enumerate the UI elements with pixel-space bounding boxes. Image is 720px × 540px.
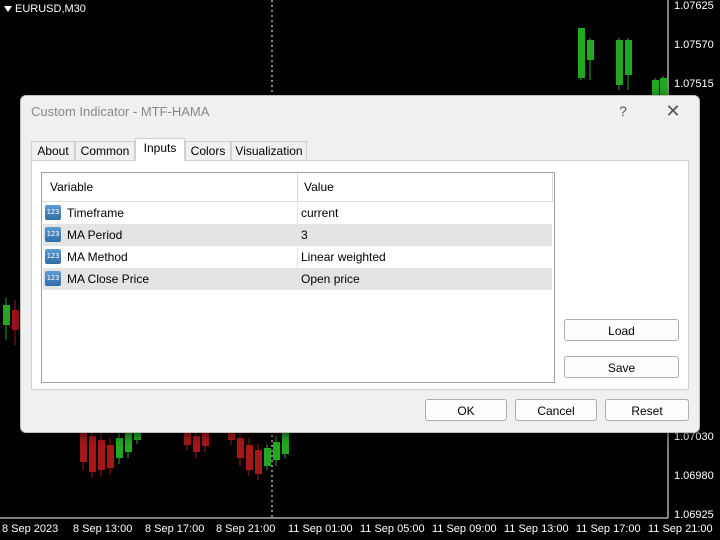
table-row[interactable]: 123 MA Close Price Open price <box>43 268 552 290</box>
price-label: 1.07625 <box>674 0 714 12</box>
candle-body <box>3 305 10 325</box>
column-header-variable[interactable]: Variable <box>50 180 93 194</box>
parameter-icon: 123 <box>45 271 61 286</box>
table-row[interactable]: 123 MA Method Linear weighted <box>43 246 552 268</box>
candle-body <box>98 440 105 470</box>
price-label: 1.07515 <box>674 78 714 90</box>
help-button[interactable]: ? <box>613 101 633 121</box>
candle-body <box>125 432 132 452</box>
candle-body <box>184 432 191 445</box>
reset-button[interactable]: Reset <box>605 399 689 421</box>
row-value[interactable]: Linear weighted <box>301 250 386 264</box>
time-label: 11 Sep 17:00 <box>576 523 641 535</box>
candle-body <box>116 438 123 458</box>
price-label: 1.06925 <box>674 509 714 521</box>
dialog-title: Custom Indicator - MTF-HAMA <box>31 104 210 119</box>
row-value[interactable]: 3 <box>301 228 308 242</box>
row-variable: Timeframe <box>67 206 124 220</box>
candle-body <box>578 28 585 78</box>
parameter-icon: 123 <box>45 205 61 220</box>
candle-body <box>273 442 280 460</box>
candle-body <box>652 80 659 95</box>
candle-body <box>12 310 19 330</box>
inputs-table[interactable]: Variable Value 123 Timeframe current 123… <box>41 172 555 383</box>
candle-body <box>616 40 623 85</box>
row-variable: MA Period <box>67 228 123 242</box>
candle-body <box>193 436 200 452</box>
table-row[interactable]: 123 Timeframe current <box>43 202 552 224</box>
close-icon[interactable]: ✕ <box>661 100 685 122</box>
load-button[interactable]: Load <box>564 319 679 341</box>
time-label: 8 Sep 13:00 <box>73 523 133 535</box>
parameter-icon: 123 <box>45 227 61 242</box>
candle-body <box>89 436 96 472</box>
time-label: 8 Sep 2023 <box>2 523 59 535</box>
row-value[interactable]: current <box>301 206 338 220</box>
candle-body <box>80 432 87 462</box>
time-label: 11 Sep 13:00 <box>504 523 569 535</box>
candle-body <box>282 432 289 454</box>
time-label: 11 Sep 09:00 <box>432 523 497 535</box>
time-label: 11 Sep 21:00 <box>648 523 713 535</box>
column-divider <box>552 173 553 201</box>
candle-body <box>625 40 632 75</box>
symbol-text: EURUSD,M30 <box>15 3 86 15</box>
cancel-button[interactable]: Cancel <box>515 399 597 421</box>
time-label: 8 Sep 17:00 <box>145 523 205 535</box>
row-divider <box>297 202 298 224</box>
candle-body <box>202 432 209 446</box>
tab-visualization[interactable]: Visualization <box>231 141 307 160</box>
candle-body <box>255 450 262 474</box>
candle-body <box>246 445 253 470</box>
column-divider[interactable] <box>297 173 298 201</box>
candle-body <box>587 40 594 60</box>
dropdown-triangle-icon[interactable] <box>4 6 12 12</box>
time-label: 8 Sep 21:00 <box>216 523 276 535</box>
row-divider <box>297 268 298 290</box>
time-label: 11 Sep 01:00 <box>288 523 353 535</box>
table-header: Variable Value <box>42 173 554 202</box>
tab-about[interactable]: About <box>31 141 75 160</box>
price-label: 1.06980 <box>674 470 714 482</box>
price-label: 1.07570 <box>674 39 714 51</box>
candle-body <box>660 78 667 95</box>
custom-indicator-dialog: Custom Indicator - MTF-HAMA ? ✕ About Co… <box>20 95 700 433</box>
candle-body <box>107 445 114 468</box>
time-label: 11 Sep 05:00 <box>360 523 425 535</box>
row-divider <box>297 246 298 268</box>
row-variable: MA Method <box>67 250 128 264</box>
symbol-label[interactable]: EURUSD,M30 <box>4 3 86 15</box>
table-row[interactable]: 123 MA Period 3 <box>43 224 552 246</box>
row-value[interactable]: Open price <box>301 272 360 286</box>
tab-inputs[interactable]: Inputs <box>135 138 185 161</box>
save-button[interactable]: Save <box>564 356 679 378</box>
parameter-icon: 123 <box>45 249 61 264</box>
row-variable: MA Close Price <box>67 272 150 286</box>
tab-colors[interactable]: Colors <box>185 141 231 160</box>
column-header-value[interactable]: Value <box>304 180 334 194</box>
row-divider <box>297 224 298 246</box>
candle-body <box>264 448 271 466</box>
candle-body <box>237 438 244 458</box>
candle-body <box>134 432 141 440</box>
tab-common[interactable]: Common <box>75 141 135 160</box>
ok-button[interactable]: OK <box>425 399 507 421</box>
dialog-titlebar[interactable]: Custom Indicator - MTF-HAMA ? ✕ <box>21 96 699 128</box>
candle-body <box>228 432 235 440</box>
